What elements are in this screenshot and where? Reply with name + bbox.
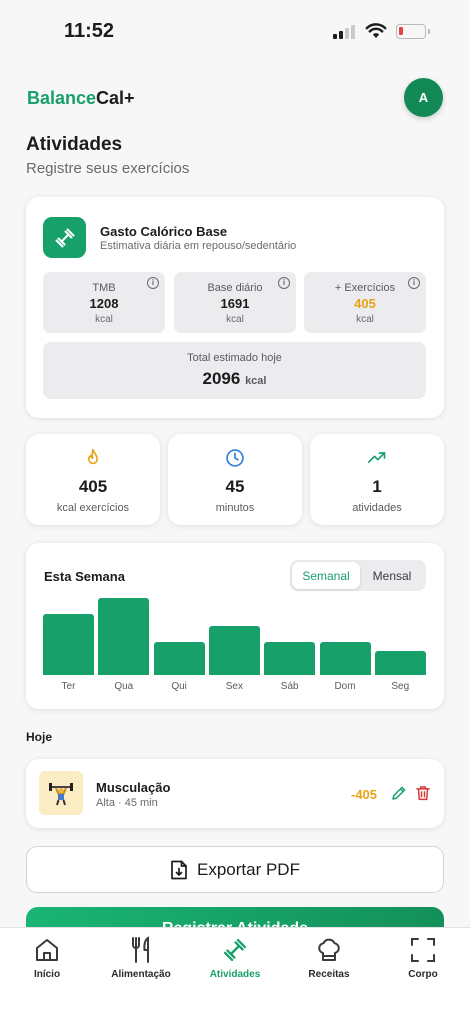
status-time: 11:52 bbox=[64, 20, 115, 42]
chef-hat-icon bbox=[284, 936, 374, 964]
chart-bar bbox=[319, 641, 371, 675]
wifi-icon bbox=[365, 23, 387, 38]
stat-card-minutes: 45 minutos bbox=[168, 434, 302, 525]
total-value: 2096 bbox=[202, 369, 241, 388]
chart-bar bbox=[208, 625, 260, 675]
scan-body-icon bbox=[378, 936, 468, 964]
trending-up-icon bbox=[310, 448, 444, 468]
nav-item-corpo[interactable]: Corpo bbox=[378, 936, 468, 980]
chart-bar bbox=[98, 598, 150, 675]
chart-bar bbox=[374, 651, 426, 675]
info-icon[interactable]: i bbox=[147, 277, 159, 289]
status-bar: 11:52 bbox=[0, 0, 470, 62]
activity-kcal: -405 bbox=[351, 787, 378, 802]
info-icon[interactable]: i bbox=[278, 277, 290, 289]
activity-item[interactable]: Musculação Alta · 45 min -405 bbox=[26, 759, 444, 828]
tab-monthly[interactable]: Mensal bbox=[360, 562, 424, 589]
chart-bar bbox=[264, 641, 316, 675]
nav-item-atividades[interactable]: Atividades bbox=[190, 936, 280, 980]
clock-icon bbox=[168, 448, 302, 468]
stat-card-activities: 1 atividades bbox=[310, 434, 444, 525]
chart-day-label: Qui bbox=[171, 681, 187, 692]
base-card-subtitle: Estimativa diária em repouso/sedentário bbox=[100, 240, 297, 252]
weekly-bar-chart: Ter Qua Qui Sex Sáb Dom Seg bbox=[43, 598, 427, 692]
avatar[interactable]: A bbox=[404, 78, 443, 117]
chart-day-label: Qua bbox=[114, 681, 134, 692]
base-daily-box: Base diário 1691 kcal i bbox=[174, 272, 296, 333]
dumbbell-icon bbox=[190, 936, 280, 964]
signal-icon bbox=[333, 25, 355, 39]
base-calorie-card: Gasto Calórico Base Estimativa diária em… bbox=[26, 197, 444, 418]
export-pdf-button[interactable]: Exportar PDF bbox=[26, 846, 444, 893]
pencil-icon[interactable] bbox=[390, 784, 408, 802]
nav-item-inicio[interactable]: Início bbox=[2, 936, 92, 980]
week-title: Esta Semana bbox=[44, 569, 125, 584]
home-icon bbox=[2, 936, 92, 964]
chart-day-label: Sex bbox=[225, 681, 243, 692]
weekly-chart-card: Esta Semana Semanal Mensal Ter Qua Qui Sex S… bbox=[26, 543, 444, 709]
dumbbell-icon bbox=[43, 217, 86, 258]
total-estimate-box: Total estimado hoje 2096 kcal bbox=[43, 342, 426, 399]
stat-card-kcal: 405 kcal exercícios bbox=[26, 434, 160, 525]
utensils-icon bbox=[96, 936, 186, 964]
tab-weekly[interactable]: Semanal bbox=[292, 562, 360, 589]
info-icon[interactable]: i bbox=[408, 277, 420, 289]
chart-bar bbox=[153, 641, 205, 675]
flame-icon bbox=[26, 448, 160, 468]
battery-icon bbox=[396, 24, 430, 39]
total-unit: kcal bbox=[245, 375, 267, 387]
chart-day-label: Seg bbox=[391, 681, 410, 692]
chart-bar bbox=[43, 614, 94, 675]
page-subtitle: Registre seus exercícios bbox=[26, 160, 190, 177]
page-title: Atividades bbox=[26, 134, 123, 155]
chart-day-label: Dom bbox=[334, 681, 356, 692]
nav-item-alimentacao[interactable]: Alimentação bbox=[96, 936, 186, 980]
tmb-box: TMB 1208 kcal i bbox=[43, 272, 165, 333]
bottom-nav: Início Alimentação Atividades Receitas C… bbox=[0, 927, 470, 1018]
exercises-box: + Exercícios 405 kcal i bbox=[304, 272, 426, 333]
export-pdf-label: Exportar PDF bbox=[197, 859, 300, 879]
activity-meta: Alta · 45 min bbox=[96, 797, 158, 809]
base-card-title: Gasto Calórico Base bbox=[100, 224, 228, 239]
file-download-icon bbox=[171, 860, 187, 879]
activity-name: Musculação bbox=[96, 780, 171, 795]
weightlifting-icon bbox=[39, 771, 83, 815]
chart-day-label: Sáb bbox=[280, 681, 299, 692]
period-toggle: Semanal Mensal bbox=[290, 560, 426, 591]
nav-item-receitas[interactable]: Receitas bbox=[284, 936, 374, 980]
trash-icon[interactable] bbox=[414, 784, 432, 802]
chart-day-label: Ter bbox=[61, 681, 76, 692]
app-logo: BalanceCal+ bbox=[27, 88, 135, 108]
today-heading: Hoje bbox=[26, 730, 53, 744]
